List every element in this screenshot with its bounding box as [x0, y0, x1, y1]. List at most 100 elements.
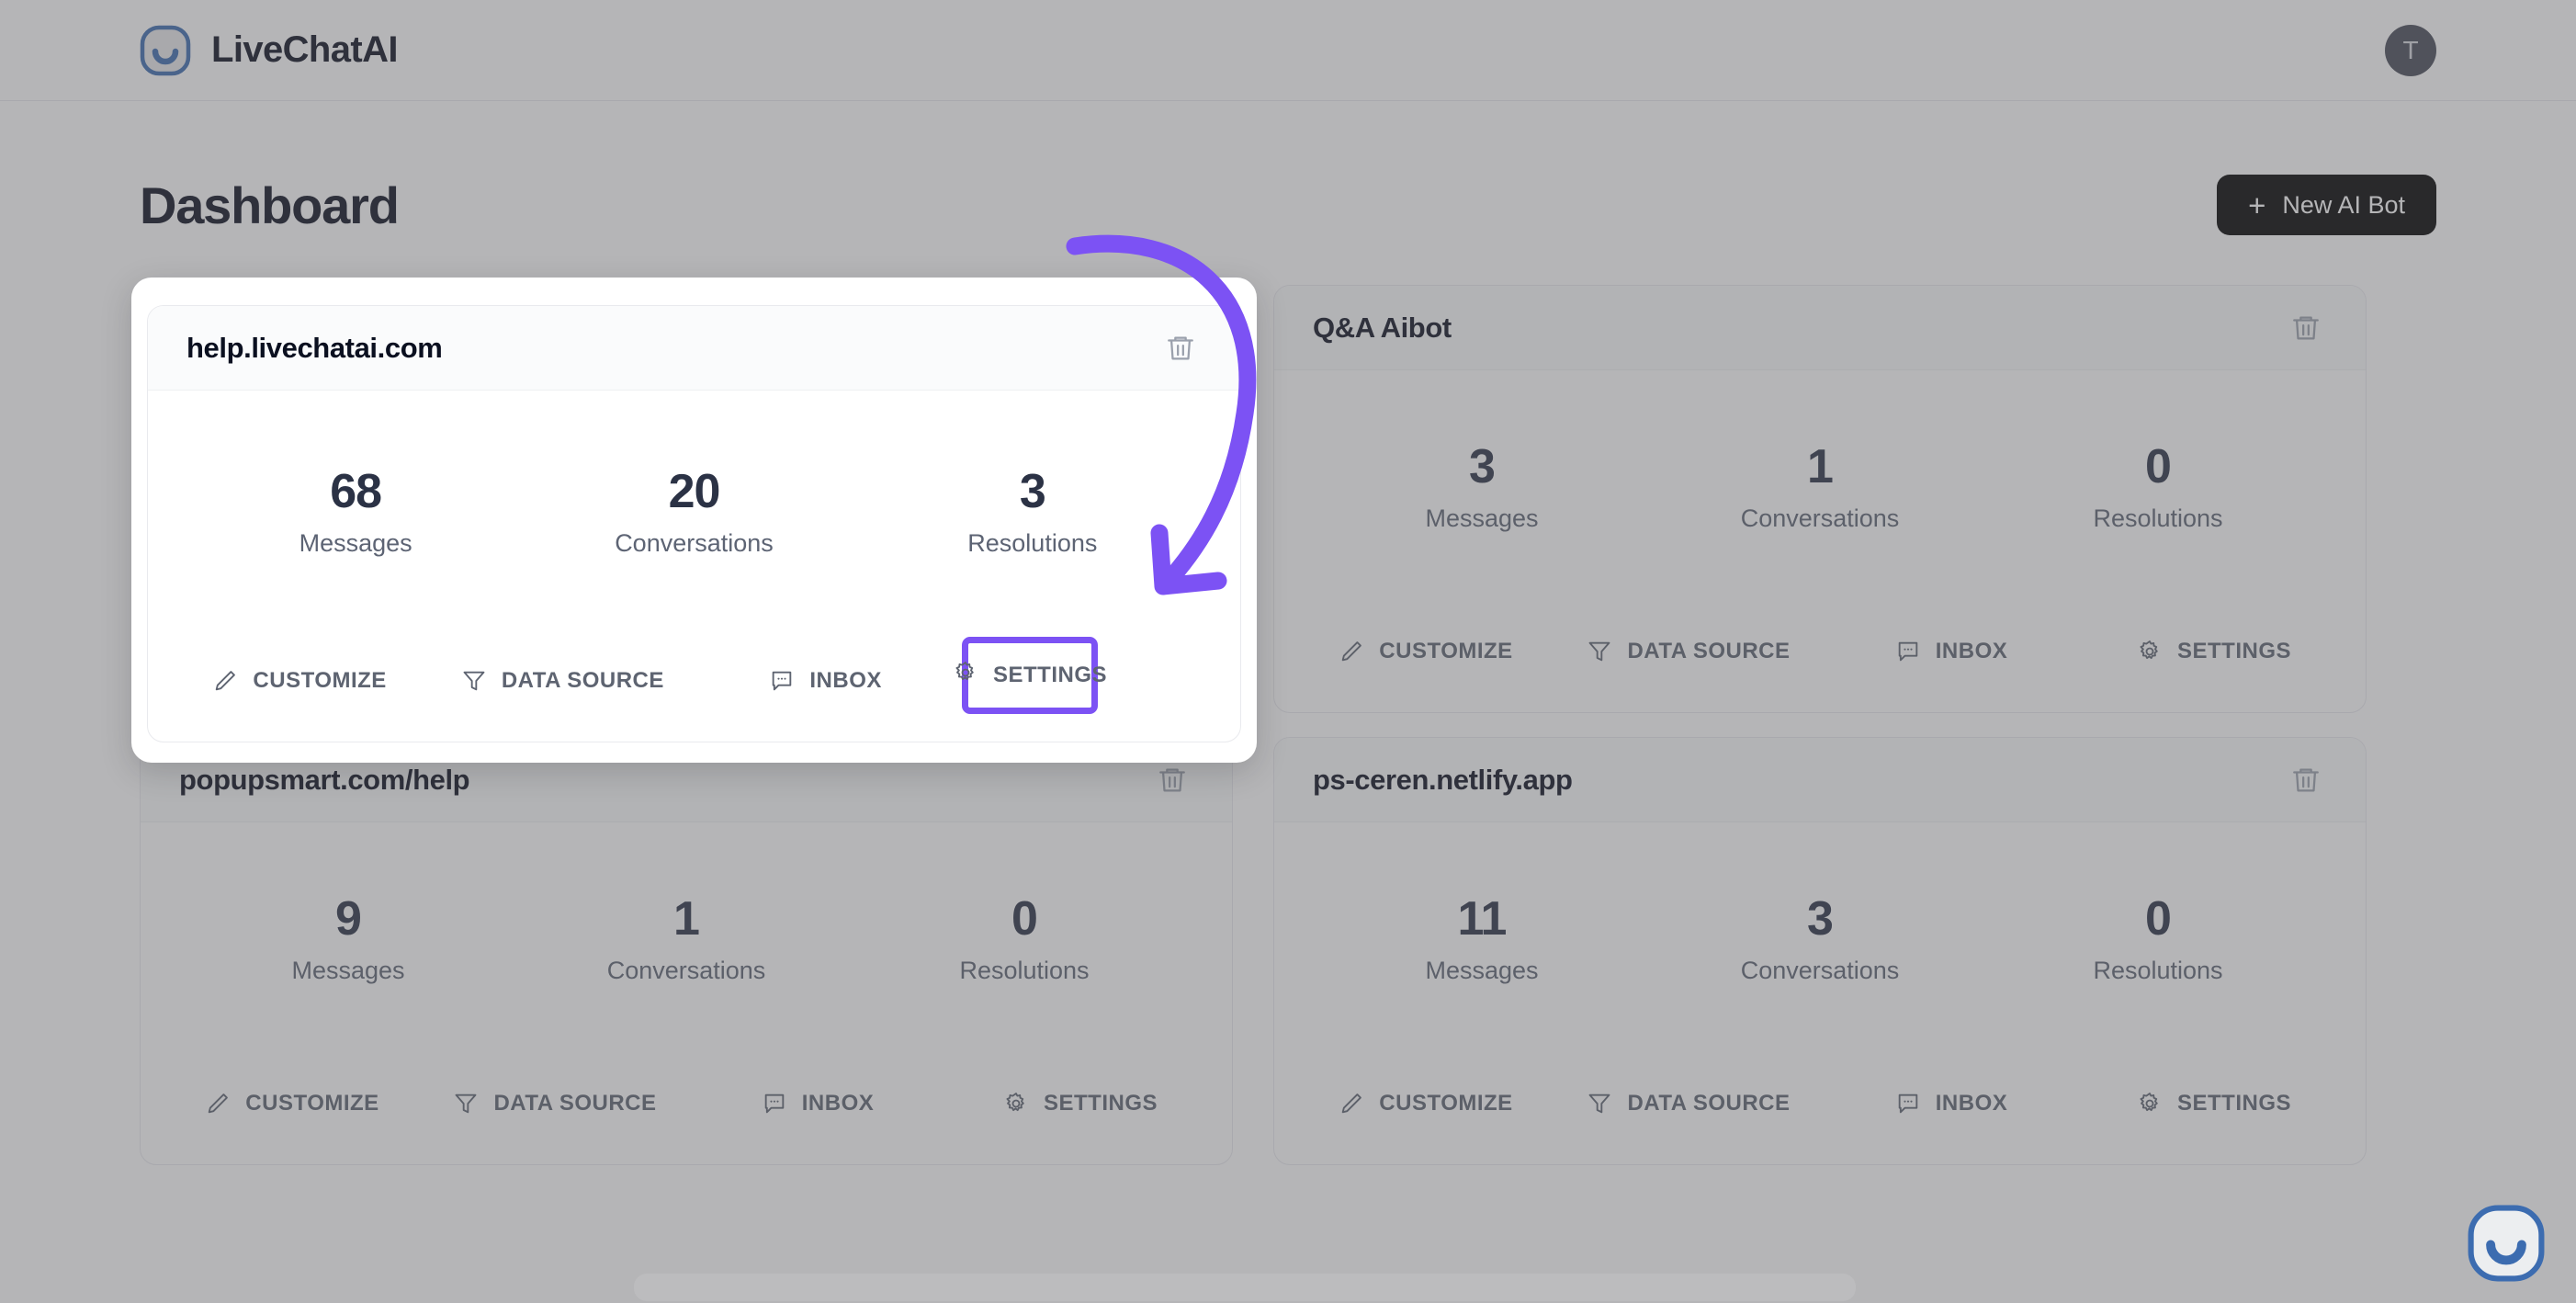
- stat-label: Messages: [291, 956, 405, 984]
- data-source-button[interactable]: DATA SOURCE: [1557, 1091, 1820, 1116]
- settings-button-highlighted[interactable]: SETTINGS: [955, 637, 1107, 714]
- data-source-button[interactable]: DATA SOURCE: [1557, 639, 1820, 664]
- livechatai-smile-logo-icon: [2468, 1205, 2545, 1282]
- settings-button[interactable]: SETTINGS: [949, 1091, 1212, 1116]
- trash-icon[interactable]: [1159, 327, 1202, 369]
- avatar-initial: T: [2402, 36, 2419, 64]
- funnel-icon: [453, 1091, 479, 1116]
- data-source-button[interactable]: DATA SOURCE: [431, 668, 694, 694]
- trash-icon[interactable]: [2285, 307, 2327, 349]
- stat-messages: 9 Messages: [179, 893, 517, 984]
- data-source-label: DATA SOURCE: [493, 1091, 657, 1116]
- chat-bubble-icon: [762, 1091, 787, 1116]
- card-stats: 3 Messages 1 Conversations 0 Resolutions: [1274, 370, 2366, 604]
- stat-label: Messages: [1425, 956, 1539, 984]
- stat-label: Resolutions: [2093, 956, 2223, 984]
- stat-value: 1: [673, 892, 700, 946]
- data-source-button[interactable]: DATA SOURCE: [424, 1091, 686, 1116]
- gear-icon: [2137, 639, 2163, 664]
- customize-label: CUSTOMIZE: [245, 1091, 379, 1116]
- gear-icon: [1003, 1091, 1029, 1116]
- card-actions: CUSTOMIZE DATA SOURCE INBOX SETTINGS: [141, 1056, 1232, 1164]
- settings-label: SETTINGS: [993, 663, 1108, 687]
- stat-label: Conversations: [615, 528, 774, 557]
- card-stats: 11 Messages 3 Conversations 0 Resolutions: [1274, 822, 2366, 1056]
- card-actions: CUSTOMIZE DATA SOURCE INBOX SETTINGS: [1274, 1056, 2366, 1164]
- stat-value: 0: [1011, 892, 1038, 946]
- dashboard-page: LiveChatAI T Dashboard + New AI Bot help…: [0, 0, 2576, 1303]
- customize-label: CUSTOMIZE: [253, 668, 387, 693]
- stat-label: Conversations: [1740, 956, 1900, 984]
- bot-card: Q&A Aibot 3 Messages 1 Conversations 0 Resolut…: [1273, 285, 2367, 713]
- horizontal-scrollbar[interactable]: [634, 1274, 1856, 1301]
- gear-icon: [2137, 1091, 2163, 1116]
- pencil-icon: [1339, 1091, 1364, 1116]
- page-header: Dashboard + New AI Bot: [140, 175, 2436, 235]
- customize-button[interactable]: CUSTOMIZE: [161, 1091, 424, 1116]
- inbox-button[interactable]: INBOX: [1820, 1091, 2083, 1116]
- card-stats: 68 Messages 20 Conversations 3 Resolutio…: [148, 391, 1240, 633]
- stat-label: Conversations: [1740, 504, 1900, 532]
- trash-icon[interactable]: [2285, 759, 2327, 801]
- funnel-icon: [1587, 1091, 1612, 1116]
- bot-name: popupsmart.com/help: [179, 763, 470, 796]
- stat-label: Resolutions: [959, 956, 1090, 984]
- inbox-button[interactable]: INBOX: [695, 668, 957, 694]
- stat-value: 68: [330, 465, 382, 519]
- customize-button[interactable]: CUSTOMIZE: [168, 668, 431, 694]
- stat-value: 20: [668, 465, 721, 519]
- inbox-label: INBOX: [1935, 639, 2008, 663]
- stat-resolutions: 0 Resolutions: [1989, 441, 2327, 532]
- customize-button[interactable]: CUSTOMIZE: [1294, 1091, 1557, 1116]
- card-actions: CUSTOMIZE DATA SOURCE INBOX SETTINGS: [1274, 604, 2366, 712]
- stat-value: 1: [1807, 440, 1834, 494]
- settings-button[interactable]: SETTINGS: [2083, 639, 2345, 664]
- settings-label: SETTINGS: [2176, 1091, 2291, 1116]
- app-header: LiveChatAI T: [0, 0, 2576, 101]
- stat-label: Messages: [299, 528, 412, 557]
- bot-name: Q&A Aibot: [1313, 311, 1452, 344]
- customize-label: CUSTOMIZE: [1379, 639, 1513, 663]
- customize-label: CUSTOMIZE: [1379, 1091, 1513, 1116]
- pencil-icon: [212, 668, 238, 694]
- card-header: ps-ceren.netlify.app: [1274, 738, 2366, 822]
- data-source-label: DATA SOURCE: [1627, 639, 1791, 663]
- pencil-icon: [205, 1091, 231, 1116]
- stat-resolutions: 0 Resolutions: [1989, 893, 2327, 984]
- inbox-label: INBOX: [801, 1091, 875, 1116]
- customize-button[interactable]: CUSTOMIZE: [1294, 639, 1557, 664]
- inbox-label: INBOX: [1935, 1091, 2008, 1116]
- brand[interactable]: LiveChatAI: [140, 25, 399, 76]
- stat-value: 3: [1019, 465, 1046, 519]
- card-stats: 9 Messages 1 Conversations 0 Resolutions: [141, 822, 1232, 1056]
- card-header: help.livechatai.com: [148, 306, 1240, 391]
- stat-resolutions: 0 Resolutions: [855, 893, 1193, 984]
- stat-value: 0: [2145, 892, 2172, 946]
- bot-card: popupsmart.com/help 9 Messages 1 Conversatio…: [140, 737, 1233, 1165]
- stat-label: Resolutions: [967, 528, 1098, 557]
- trash-icon[interactable]: [1151, 759, 1193, 801]
- stat-messages: 68 Messages: [186, 466, 525, 557]
- stat-value: 3: [1469, 440, 1496, 494]
- new-ai-bot-button[interactable]: + New AI Bot: [2217, 175, 2436, 235]
- settings-button[interactable]: SETTINGS: [2083, 1091, 2345, 1116]
- data-source-label: DATA SOURCE: [501, 668, 664, 693]
- gear-icon: [953, 660, 978, 692]
- inbox-button[interactable]: INBOX: [686, 1091, 949, 1116]
- bot-name: help.livechatai.com: [186, 331, 443, 364]
- stat-messages: 3 Messages: [1313, 441, 1651, 532]
- bot-card: ps-ceren.netlify.app 11 Messages 3 Conversat…: [1273, 737, 2367, 1165]
- stat-label: Conversations: [606, 956, 766, 984]
- stat-label: Resolutions: [2093, 504, 2223, 532]
- stat-value: 0: [2145, 440, 2172, 494]
- funnel-icon: [461, 668, 487, 694]
- avatar[interactable]: T: [2385, 25, 2436, 76]
- inbox-label: INBOX: [809, 668, 882, 693]
- pencil-icon: [1339, 639, 1364, 664]
- settings-label: SETTINGS: [2176, 639, 2291, 663]
- plus-icon: +: [2248, 187, 2266, 222]
- chat-widget-launcher[interactable]: [2464, 1204, 2548, 1283]
- inbox-button[interactable]: INBOX: [1820, 639, 2083, 664]
- bot-name: ps-ceren.netlify.app: [1313, 763, 1573, 796]
- stat-conversations: 20 Conversations: [525, 466, 863, 557]
